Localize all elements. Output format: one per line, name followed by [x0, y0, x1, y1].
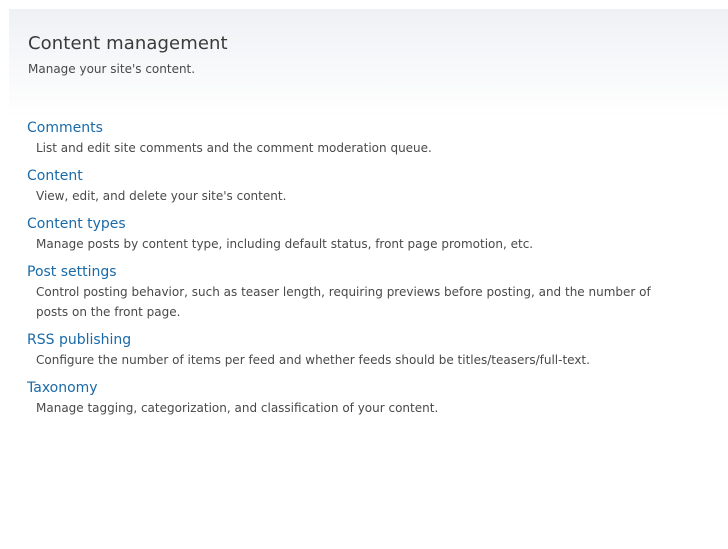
content-types-link[interactable]: Content types: [27, 215, 717, 234]
admin-menu-item-content: Content View, edit, and delete your site…: [27, 167, 717, 206]
panel-header: Content management Manage your site's co…: [28, 33, 228, 77]
taxonomy-description: Manage tagging, categorization, and clas…: [36, 401, 439, 415]
admin-menu-item-post-settings: Post settings Control posting behavior, …: [27, 263, 717, 322]
rss-publishing-description: Configure the number of items per feed a…: [36, 353, 590, 367]
post-settings-description: Control posting behavior, such as teaser…: [36, 285, 651, 319]
admin-menu-item-comments: Comments List and edit site comments and…: [27, 119, 717, 158]
admin-menu-list: Comments List and edit site comments and…: [27, 119, 717, 427]
content-types-description: Manage posts by content type, including …: [36, 237, 534, 251]
taxonomy-link[interactable]: Taxonomy: [27, 379, 717, 398]
content-link[interactable]: Content: [27, 167, 717, 186]
section-description: Manage your site's content.: [28, 62, 196, 76]
content-description: View, edit, and delete your site's conte…: [36, 189, 287, 203]
admin-menu-item-rss-publishing: RSS publishing Configure the number of i…: [27, 331, 717, 370]
post-settings-link[interactable]: Post settings: [27, 263, 717, 282]
rss-publishing-link[interactable]: RSS publishing: [27, 331, 717, 350]
admin-menu-item-taxonomy: Taxonomy Manage tagging, categorization,…: [27, 379, 717, 418]
admin-menu-item-content-types: Content types Manage posts by content ty…: [27, 215, 717, 254]
section-title: Content management: [28, 33, 228, 54]
admin-panel: Content management Manage your site's co…: [9, 9, 728, 549]
comments-description: List and edit site comments and the comm…: [36, 141, 432, 155]
comments-link[interactable]: Comments: [27, 119, 717, 138]
